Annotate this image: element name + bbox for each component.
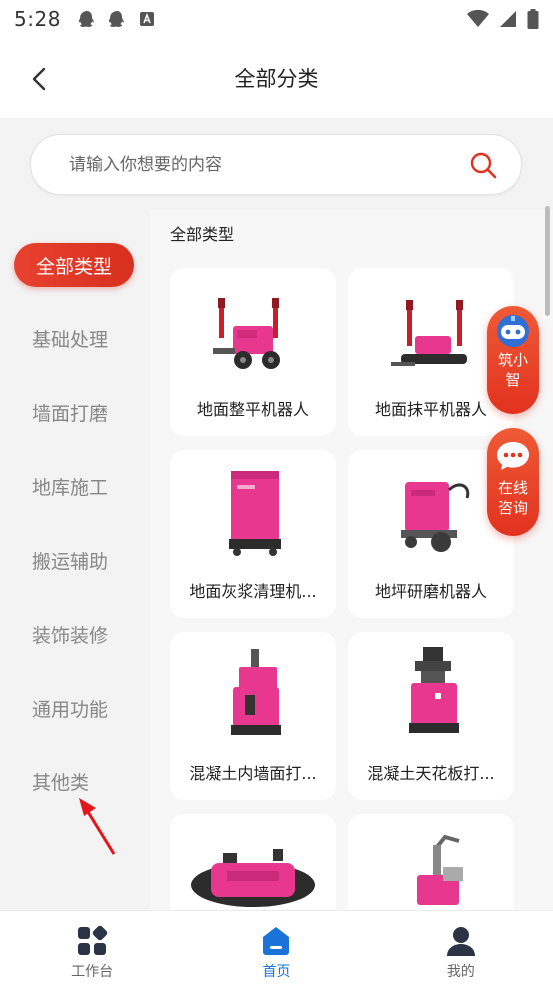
sidebar-item-label: 全部类型	[35, 255, 112, 278]
battery-icon	[527, 9, 539, 29]
product-card[interactable]	[170, 814, 336, 912]
product-image	[348, 632, 514, 752]
product-label: 混凝土天花板打...	[367, 764, 495, 783]
product-image	[348, 814, 514, 912]
product-card[interactable]: 混凝土内墙面打...	[170, 632, 336, 800]
sidebar-item-label: 装饰装修	[32, 624, 109, 647]
sidebar-item-foundation[interactable]: 基础处理	[14, 316, 134, 360]
status-bar: 5:28	[0, 0, 553, 38]
tab-label: 我的	[446, 964, 475, 980]
back-button[interactable]	[24, 64, 54, 94]
assistant-label-line1: 筑小	[497, 351, 528, 369]
app-a-icon	[139, 12, 154, 26]
sidebar-item-label: 其他类	[32, 771, 90, 794]
tab-home[interactable]: 首页	[184, 911, 368, 984]
online-label-line1: 在线	[497, 479, 528, 497]
sidebar-item-label: 基础处理	[32, 328, 109, 351]
tab-label: 首页	[262, 964, 291, 980]
tab-mine[interactable]: 我的	[369, 911, 553, 984]
sidebar-item-label: 搬运辅助	[32, 550, 109, 573]
online-consult-float-button[interactable]: 在线 咨询	[487, 428, 539, 536]
chevron-left-icon	[32, 67, 46, 91]
robot-icon	[497, 315, 529, 347]
sidebar-item-transport[interactable]: 搬运辅助	[14, 538, 134, 582]
grid-icon	[78, 925, 108, 955]
signal-icon	[500, 11, 516, 27]
qq-icon	[108, 11, 124, 27]
status-system-icons	[467, 9, 539, 29]
assistant-label-line2: 智	[505, 371, 521, 389]
wifi-icon	[467, 10, 489, 27]
sidebar-item-general[interactable]: 通用功能	[14, 686, 134, 730]
sidebar-item-all[interactable]: 全部类型	[14, 243, 134, 287]
user-icon	[446, 927, 475, 956]
product-card[interactable]: 地面灰浆清理机...	[170, 450, 336, 618]
status-notification-icons	[78, 10, 155, 28]
header-bar: 全部分类	[0, 38, 553, 118]
product-card[interactable]: 地面整平机器人	[170, 268, 336, 436]
annotation-arrow-icon	[79, 798, 116, 855]
product-image	[170, 450, 336, 570]
product-image	[170, 814, 336, 912]
product-label: 混凝土内墙面打...	[189, 764, 317, 783]
tab-label: 工作台	[71, 964, 114, 980]
sidebar-item-label: 墙面打磨	[32, 402, 109, 425]
sidebar-item-garage[interactable]: 地库施工	[14, 464, 134, 508]
tab-workbench[interactable]: 工作台	[0, 911, 184, 984]
product-label: 地面整平机器人	[196, 400, 309, 419]
app-screen: 5:28 全部分类 全部类型 基础处理 墙面打磨 地库施工 搬运辅助 装饰装修	[0, 0, 553, 984]
search-input[interactable]	[69, 154, 467, 175]
product-label: 地面抹平机器人	[374, 400, 487, 419]
category-sidebar: 全部类型 基础处理 墙面打磨 地库施工 搬运辅助 装饰装修 通用功能 其他类	[0, 222, 150, 912]
search-bar	[30, 134, 522, 195]
product-card[interactable]	[348, 814, 514, 912]
product-image	[170, 632, 336, 752]
product-label: 地坪研磨机器人	[374, 582, 487, 601]
product-label: 地面灰浆清理机...	[189, 582, 317, 601]
status-time: 5:28	[14, 7, 61, 31]
sidebar-item-wall-grinding[interactable]: 墙面打磨	[14, 390, 134, 434]
home-icon	[263, 927, 290, 955]
sidebar-item-decoration[interactable]: 装饰装修	[14, 612, 134, 656]
qq-icon	[78, 11, 94, 27]
scrollbar[interactable]	[545, 206, 550, 316]
sidebar-item-label: 地库施工	[32, 476, 109, 499]
chat-bubble-icon	[497, 442, 529, 470]
product-card[interactable]: 混凝土天花板打...	[348, 632, 514, 800]
sidebar-item-label: 通用功能	[32, 698, 109, 721]
search-icon	[470, 152, 497, 178]
product-image	[170, 268, 336, 388]
bottom-navigation: 工作台 首页 我的	[0, 910, 553, 984]
search-button[interactable]	[467, 149, 499, 181]
section-title: 全部类型	[170, 225, 235, 244]
online-label-line2: 咨询	[497, 499, 528, 517]
page-title: 全部分类	[234, 67, 319, 91]
assistant-float-button[interactable]: 筑小 智	[487, 306, 539, 414]
